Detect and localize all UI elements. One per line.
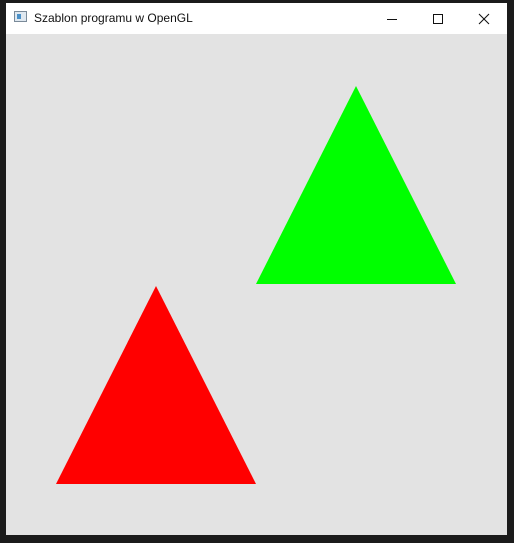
app-window: Szablon programu w OpenGL	[6, 3, 507, 535]
maximize-icon	[433, 13, 443, 24]
close-button[interactable]	[461, 3, 507, 34]
maximize-button[interactable]	[415, 3, 461, 34]
green-triangle	[256, 86, 456, 284]
minimize-icon	[387, 18, 397, 20]
title-bar[interactable]: Szablon programu w OpenGL	[6, 3, 507, 34]
red-triangle	[56, 286, 256, 484]
app-icon	[14, 11, 27, 22]
minimize-button[interactable]	[369, 3, 415, 34]
close-icon	[478, 13, 490, 24]
opengl-scene	[56, 86, 456, 484]
app-icon-pane	[17, 14, 21, 19]
opengl-canvas[interactable]	[6, 34, 507, 535]
window-title: Szablon programu w OpenGL	[34, 11, 193, 25]
